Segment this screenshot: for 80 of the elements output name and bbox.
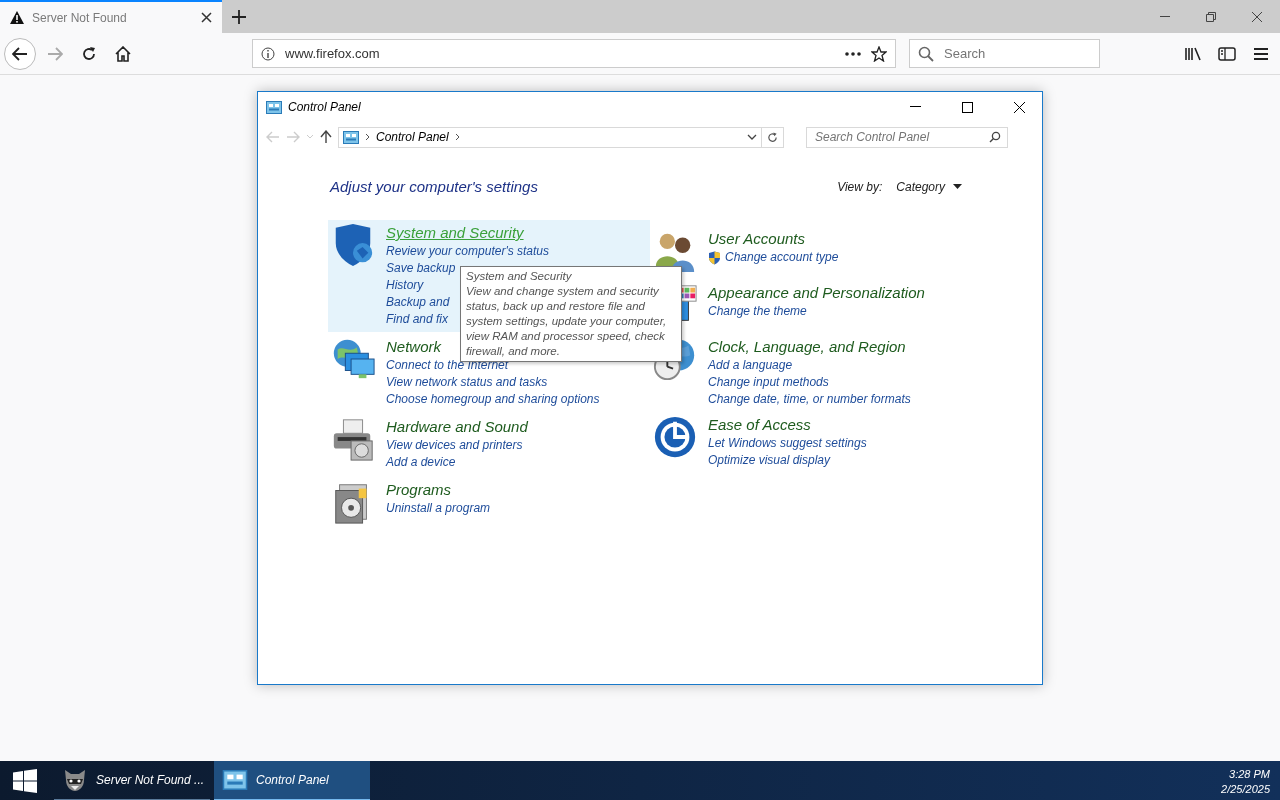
minimize-icon[interactable] (909, 106, 921, 108)
control-panel-icon (343, 130, 359, 144)
task-link[interactable]: Add a language (708, 357, 793, 374)
chevron-icon[interactable] (454, 133, 460, 141)
taskbar-button[interactable]: Control Panel (214, 761, 370, 800)
star-icon[interactable] (871, 45, 887, 62)
control-panel-icon (266, 100, 282, 114)
back-button[interactable] (4, 37, 36, 70)
programs-icon (335, 484, 367, 524)
category-link[interactable]: Clock, Language, and Region (708, 338, 906, 355)
task-link[interactable]: Backup and (386, 294, 450, 311)
task-link[interactable]: Change the theme (708, 303, 807, 320)
start-icon[interactable] (13, 769, 37, 793)
refresh-button[interactable] (762, 126, 784, 148)
breadcrumb-item[interactable]: Control Panel (376, 130, 449, 144)
close-icon[interactable] (1252, 11, 1262, 22)
address-bar[interactable]: www.firefox.com (252, 39, 896, 68)
task-link[interactable]: Uninstall a program (386, 500, 491, 517)
view-by-label: View by: (837, 179, 883, 194)
more-icon[interactable] (845, 51, 861, 56)
task-link[interactable]: View network status and tasks (386, 374, 548, 391)
category-link[interactable]: Network (386, 338, 441, 355)
clock-time: 3:28 PM (1229, 767, 1270, 780)
category-link[interactable]: Ease of Access (708, 416, 811, 433)
task-link[interactable]: Change input methods (708, 374, 829, 391)
category-link[interactable]: Programs (386, 481, 452, 498)
category-link[interactable]: User Accounts (708, 230, 805, 247)
search-icon (989, 131, 1001, 143)
maximize-icon[interactable] (961, 101, 973, 113)
page-heading: Adjust your computer's settings (330, 178, 539, 195)
up-arrow-icon[interactable] (320, 130, 332, 144)
caret-icon (953, 184, 962, 189)
search-input[interactable]: Search (942, 45, 1091, 62)
url-text: www.firefox.com (285, 46, 381, 61)
task-link[interactable]: Add a device (386, 454, 456, 471)
browser-tab[interactable]: Server Not Found (0, 0, 222, 33)
new-tab-icon[interactable] (232, 9, 246, 24)
task-link[interactable]: Find and fix (386, 311, 449, 328)
task-link[interactable]: Choose homegroup and sharing options (386, 391, 600, 408)
info-icon[interactable] (261, 46, 275, 61)
raccoon-icon (62, 768, 88, 792)
view-by-dropdown[interactable]: Category (896, 179, 962, 194)
back-arrow-icon (12, 46, 28, 61)
search-icon (918, 45, 934, 62)
network-icon (333, 339, 375, 379)
tab-title: Server Not Found (32, 10, 128, 25)
chevron-icon (365, 133, 370, 141)
task-link[interactable]: Change date, time, or number formats (708, 391, 911, 408)
task-link[interactable]: History (386, 277, 424, 294)
category-link[interactable]: Hardware and Sound (386, 418, 528, 435)
category-link[interactable]: Appearance and Personalization (708, 284, 925, 301)
minimize-icon[interactable] (1160, 15, 1170, 18)
search-field[interactable]: Search Control Panel (806, 126, 1008, 148)
uac-shield-icon (708, 250, 721, 265)
taskbar-button[interactable]: Server Not Found ... (54, 761, 210, 800)
task-link[interactable]: Let Windows suggest settings (708, 435, 867, 452)
search-field[interactable]: Search (909, 39, 1100, 68)
ease-of-access-icon (654, 416, 696, 458)
close-icon[interactable] (201, 12, 212, 23)
tooltip-title: System and Security (466, 269, 573, 284)
address-field[interactable]: Control Panel (338, 126, 762, 148)
task-link[interactable]: View devices and printers (386, 437, 523, 454)
task-link[interactable]: Connect to the Internet (386, 357, 509, 374)
refresh-icon (767, 131, 778, 143)
clock-date: 2/25/2025 (1221, 782, 1270, 795)
task-link[interactable]: Save backup (386, 260, 456, 277)
task-link[interactable]: Optimize visual display (708, 452, 831, 469)
forward-arrow-icon (47, 46, 63, 61)
restore-icon[interactable] (1206, 11, 1216, 22)
warning-icon (10, 11, 24, 24)
close-icon[interactable] (1013, 101, 1025, 113)
reload-icon (81, 45, 97, 62)
control-panel-icon (222, 770, 248, 790)
home-icon (115, 45, 131, 62)
printer-icon (333, 419, 373, 461)
window-title: Control Panel (288, 100, 361, 114)
tooltip-text: View and change system and security status, back up and restore file and system settings, update your computer, view RAM and processor speed, check firewall, and more. (466, 284, 668, 359)
task-link[interactable]: Review your computer's status (386, 243, 550, 260)
task-link[interactable]: Change account type (708, 249, 839, 266)
shield-icon (335, 223, 373, 267)
